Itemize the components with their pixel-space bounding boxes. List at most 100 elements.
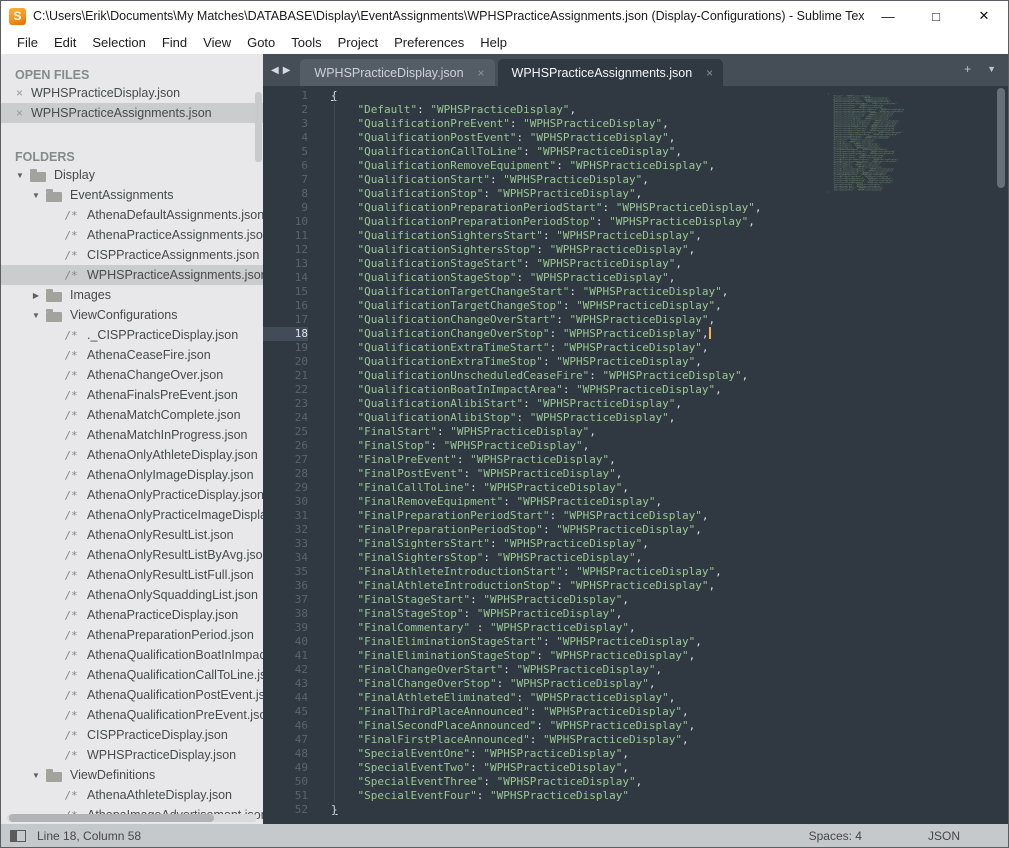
code-line[interactable]: 16 "QualificationTargetChangeStop": "WPH…: [263, 299, 1008, 313]
code-line[interactable]: 17 "QualificationChangeOverStart": "WPHS…: [263, 313, 1008, 327]
syntax-mode[interactable]: JSON: [928, 829, 960, 843]
menu-item-view[interactable]: View: [195, 35, 239, 50]
code-line[interactable]: 19 "QualificationExtraTimeStart": "WPHSP…: [263, 341, 1008, 355]
tree-file-item[interactable]: /* ._CISPPracticeDisplay.json: [1, 325, 263, 345]
tree-file-item[interactable]: /* AthenaQualificationPreEvent.json: [1, 705, 263, 725]
code-line[interactable]: 46 "FinalSecondPlaceAnnounced": "WPHSPra…: [263, 719, 1008, 733]
code-line[interactable]: 47 "FinalFirstPlaceAnnounced": "WPHSPrac…: [263, 733, 1008, 747]
tree-file-item[interactable]: /* AthenaQualificationPostEvent.json: [1, 685, 263, 705]
minimap-hit-area[interactable]: [904, 89, 980, 189]
code-line[interactable]: 48 "SpecialEventOne": "WPHSPracticeDispl…: [263, 747, 1008, 761]
menu-item-find[interactable]: Find: [154, 35, 195, 50]
code-line[interactable]: 45 "FinalThirdPlaceAnnounced": "WPHSPrac…: [263, 705, 1008, 719]
menu-item-preferences[interactable]: Preferences: [386, 35, 472, 50]
code-line[interactable]: 42 "FinalChangeOverStart": "WPHSPractice…: [263, 663, 1008, 677]
tree-file-item[interactable]: /* AthenaOnlyImageDisplay.json: [1, 465, 263, 485]
tree-file-item[interactable]: /* AthenaMatchComplete.json: [1, 405, 263, 425]
code-line[interactable]: 18 "QualificationChangeOverStop": "WPHSP…: [263, 327, 1008, 341]
tree-file-item[interactable]: /* AthenaDefaultAssignments.json: [1, 205, 263, 225]
code-line[interactable]: 1{: [263, 89, 1008, 103]
tree-file-item[interactable]: /* WPHSPracticeDisplay.json: [1, 745, 263, 765]
menu-item-help[interactable]: Help: [472, 35, 515, 50]
sidebar-hscroll-thumb[interactable]: [9, 814, 214, 822]
code-line[interactable]: 35 "FinalAthleteIntroductionStart": "WPH…: [263, 565, 1008, 579]
tree-file-item[interactable]: /* CISPPracticeDisplay.json: [1, 725, 263, 745]
code-line[interactable]: 11 "QualificationSightersStart": "WPHSPr…: [263, 229, 1008, 243]
code-line[interactable]: 15 "QualificationTargetChangeStart": "WP…: [263, 285, 1008, 299]
tree-file-item[interactable]: /* AthenaPreparationPeriod.json: [1, 625, 263, 645]
tree-file-item[interactable]: /* AthenaOnlyResultListByAvg.json: [1, 545, 263, 565]
code-line[interactable]: 43 "FinalChangeOverStop": "WPHSPracticeD…: [263, 677, 1008, 691]
code-line[interactable]: 31 "FinalPreparationPeriodStart": "WPHSP…: [263, 509, 1008, 523]
tree-file-item[interactable]: /* AthenaQualificationCallToLine.json: [1, 665, 263, 685]
code-line[interactable]: 27 "FinalPreEvent": "WPHSPracticeDisplay…: [263, 453, 1008, 467]
menu-item-project[interactable]: Project: [330, 35, 386, 50]
code-line[interactable]: 51 "SpecialEventFour": "WPHSPracticeDisp…: [263, 789, 1008, 803]
tree-file-item[interactable]: /* AthenaOnlySquaddingList.json: [1, 585, 263, 605]
close-button[interactable]: ✕: [960, 1, 1008, 31]
code-line[interactable]: 36 "FinalAthleteIntroductionStop": "WPHS…: [263, 579, 1008, 593]
code-line[interactable]: 4 "QualificationPostEvent": "WPHSPractic…: [263, 131, 1008, 145]
code-line[interactable]: 14 "QualificationStageStop": "WPHSPracti…: [263, 271, 1008, 285]
code-line[interactable]: 10 "QualificationPreparationPeriodStop":…: [263, 215, 1008, 229]
tree-folder-item[interactable]: ▶ Images: [1, 285, 263, 305]
tree-file-item[interactable]: /* AthenaMatchInProgress.json: [1, 425, 263, 445]
code-line[interactable]: 6 "QualificationRemoveEquipment": "WPHSP…: [263, 159, 1008, 173]
tree-folder-item[interactable]: ▼ ViewConfigurations: [1, 305, 263, 325]
code-line[interactable]: 50 "SpecialEventThree": "WPHSPracticeDis…: [263, 775, 1008, 789]
tree-folder-item[interactable]: ▼ ViewDefinitions: [1, 765, 263, 785]
tree-file-item[interactable]: /* AthenaOnlyAthleteDisplay.json: [1, 445, 263, 465]
prev-tab-icon[interactable]: ◀: [271, 65, 279, 76]
code-line[interactable]: 21 "QualificationUnscheduledCeaseFire": …: [263, 369, 1008, 383]
tree-file-item[interactable]: /* AthenaQualificationBoatInImpactArea.js…: [1, 645, 263, 665]
sidebar-vertical-scrollbar[interactable]: [255, 92, 262, 162]
code-line[interactable]: 41 "FinalEliminationStageStop": "WPHSPra…: [263, 649, 1008, 663]
tree-file-item[interactable]: /* AthenaPracticeAssignments.json: [1, 225, 263, 245]
chevron-down-icon[interactable]: ▼: [31, 771, 41, 780]
sidebar-horizontal-scrollbar[interactable]: [7, 814, 257, 822]
maximize-button[interactable]: □: [912, 1, 960, 31]
code-line[interactable]: 9 "QualificationPreparationPeriodStart":…: [263, 201, 1008, 215]
chevron-down-icon[interactable]: ▼: [15, 171, 25, 180]
tab-close-icon[interactable]: ×: [706, 66, 713, 80]
tree-file-item[interactable]: /* AthenaChangeOver.json: [1, 365, 263, 385]
code-line[interactable]: 52}: [263, 803, 1008, 817]
close-file-icon[interactable]: ×: [14, 87, 25, 99]
chevron-down-icon[interactable]: ▼: [31, 191, 41, 200]
code-line[interactable]: 38 "FinalStageStop": "WPHSPracticeDispla…: [263, 607, 1008, 621]
menu-item-edit[interactable]: Edit: [46, 35, 84, 50]
code-line[interactable]: 24 "QualificationAlibiStop": "WPHSPracti…: [263, 411, 1008, 425]
code-line[interactable]: 26 "FinalStop": "WPHSPracticeDisplay",: [263, 439, 1008, 453]
menu-item-selection[interactable]: Selection: [84, 35, 153, 50]
tree-file-item[interactable]: /* AthenaOnlyPracticeDisplay.json: [1, 485, 263, 505]
code-line[interactable]: 40 "FinalEliminationStageStart": "WPHSPr…: [263, 635, 1008, 649]
code-line[interactable]: 12 "QualificationSightersStop": "WPHSPra…: [263, 243, 1008, 257]
tree-file-item[interactable]: /* AthenaCeaseFire.json: [1, 345, 263, 365]
code-line[interactable]: 33 "FinalSightersStart": "WPHSPracticeDi…: [263, 537, 1008, 551]
editor-tab[interactable]: WPHSPracticeAssignments.json ×: [497, 59, 724, 86]
code-line[interactable]: 49 "SpecialEventTwo": "WPHSPracticeDispl…: [263, 761, 1008, 775]
chevron-down-icon[interactable]: ▼: [31, 311, 41, 320]
minimize-button[interactable]: —: [864, 1, 912, 31]
tree-file-item[interactable]: /* AthenaOnlyPracticeImageDisplay.json: [1, 505, 263, 525]
code-area[interactable]: 1{2 "Default": "WPHSPracticeDisplay", 3 "…: [263, 86, 1008, 824]
code-line[interactable]: 39 "FinalCommentary" : "WPHSPracticeDisp…: [263, 621, 1008, 635]
chevron-right-icon[interactable]: ▶: [31, 291, 41, 300]
code-line[interactable]: 3 "QualificationPreEvent": "WPHSPractice…: [263, 117, 1008, 131]
editor-tab[interactable]: WPHSPracticeDisplay.json ×: [300, 59, 495, 86]
close-file-icon[interactable]: ×: [14, 107, 25, 119]
code-line[interactable]: 28 "FinalPostEvent": "WPHSPracticeDispla…: [263, 467, 1008, 481]
code-line[interactable]: 20 "QualificationExtraTimeStop": "WPHSPr…: [263, 355, 1008, 369]
code-line[interactable]: 23 "QualificationAlibiStart": "WPHSPract…: [263, 397, 1008, 411]
menu-item-file[interactable]: File: [9, 35, 46, 50]
code-line[interactable]: 2 "Default": "WPHSPracticeDisplay",: [263, 103, 1008, 117]
tab-overflow-icon[interactable]: ▼: [987, 63, 996, 75]
code-line[interactable]: 44 "FinalAthleteEliminated": "WPHSPracti…: [263, 691, 1008, 705]
menu-item-goto[interactable]: Goto: [239, 35, 283, 50]
code-line[interactable]: 5 "QualificationCallToLine": "WPHSPracti…: [263, 145, 1008, 159]
editor-vertical-scrollbar[interactable]: [997, 88, 1005, 188]
tree-folder-item[interactable]: ▼ Display: [1, 165, 263, 185]
code-line[interactable]: 30 "FinalRemoveEquipment": "WPHSPractice…: [263, 495, 1008, 509]
tree-file-item[interactable]: /* AthenaOnlyResultListFull.json: [1, 565, 263, 585]
code-line[interactable]: 34 "FinalSightersStop": "WPHSPracticeDis…: [263, 551, 1008, 565]
